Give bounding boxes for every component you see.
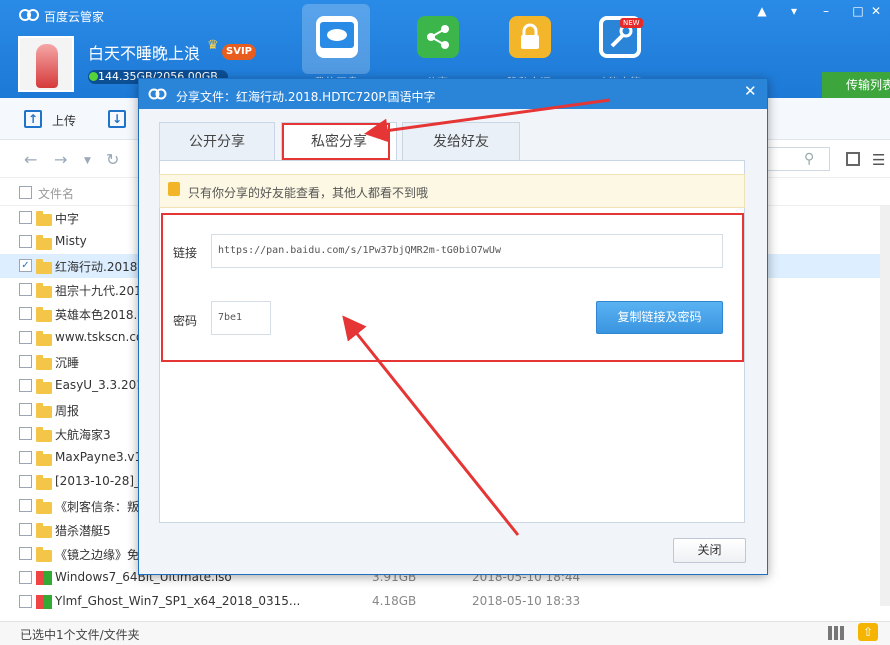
row-checkbox[interactable]	[19, 475, 32, 488]
row-filename[interactable]: 红海行动.2018.	[55, 258, 141, 275]
tab-send-to-friend[interactable]: 发给好友	[402, 122, 520, 160]
row-checkbox[interactable]	[19, 307, 32, 320]
folder-icon	[36, 355, 52, 370]
refresh-icon[interactable]: ↻	[106, 150, 119, 169]
view-mode-icon[interactable]	[846, 152, 860, 166]
baidu-cloud-logo-icon	[148, 86, 168, 104]
folder-icon	[36, 283, 52, 298]
folder-icon	[36, 451, 52, 466]
row-filename[interactable]: 祖宗十九代.201	[55, 282, 142, 299]
row-checkbox[interactable]	[19, 499, 32, 512]
row-filename[interactable]: 猎杀潜艇5	[55, 522, 111, 539]
svip-badge: SVIP	[222, 44, 256, 60]
row-checkbox[interactable]	[19, 403, 32, 416]
window-close-icon[interactable]: ✕	[862, 3, 890, 19]
row-checkbox[interactable]	[19, 331, 32, 344]
lock-icon	[168, 182, 180, 196]
forward-arrow-icon[interactable]: →	[54, 150, 67, 169]
nav-tile-tools[interactable]	[585, 4, 653, 74]
row-checkbox[interactable]	[19, 571, 32, 584]
row-checkbox[interactable]	[19, 211, 32, 224]
folder-icon	[36, 475, 52, 490]
nav-tile-privacy[interactable]	[495, 4, 563, 74]
cloud-icon	[316, 16, 358, 58]
row-filename[interactable]: 中字	[55, 210, 79, 227]
row-date: 2018-05-10 18:33	[472, 594, 581, 608]
row-checkbox[interactable]	[19, 379, 32, 392]
close-button[interactable]: 关闭	[673, 538, 746, 563]
row-size: 4.18GB	[372, 594, 417, 608]
app-title: 百度云管家	[44, 10, 105, 24]
upload-button[interactable]: 上传	[52, 112, 76, 129]
status-text: 已选中1个文件/文件夹	[20, 628, 140, 642]
folder-icon	[36, 499, 52, 514]
row-checkbox[interactable]	[19, 523, 32, 536]
minimize-icon[interactable]: –	[812, 3, 840, 19]
folder-icon	[36, 235, 52, 250]
row-checkbox[interactable]	[19, 595, 32, 608]
notification-icon[interactable]: ▲	[748, 3, 776, 19]
row-filename[interactable]: [2013-10-28]_	[55, 474, 140, 488]
new-badge: NEW	[620, 18, 643, 28]
folder-icon	[36, 403, 52, 418]
crown-icon: ♛	[207, 38, 219, 53]
row-filename[interactable]: EasyU_3.3.201	[55, 378, 144, 392]
username: 白天不睡晚上浪	[88, 44, 201, 63]
baidu-cloud-logo-icon	[18, 6, 40, 22]
iso-file-icon	[36, 571, 52, 585]
quota-status-dot	[89, 72, 98, 81]
menu-icon[interactable]: ▾	[780, 3, 808, 19]
folder-icon	[36, 259, 52, 274]
row-filename[interactable]: www.tskscn.co	[55, 330, 143, 344]
notice-text: 只有你分享的好友能查看，其他人都看不到哦	[188, 186, 429, 200]
nav-tile-share[interactable]	[403, 4, 471, 74]
search-icon[interactable]: ⚲	[804, 151, 814, 167]
upload-icon[interactable]: ↑	[24, 110, 42, 128]
search-input[interactable]	[766, 147, 830, 171]
iso-file-icon	[36, 595, 52, 609]
folder-icon	[36, 211, 52, 226]
row-filename[interactable]: 大航海家3	[55, 426, 111, 443]
annotation-box-tab	[282, 123, 390, 160]
scrollbar[interactable]	[880, 206, 890, 606]
column-header-name[interactable]: 文件名	[38, 185, 74, 202]
nav-tile-cloud[interactable]	[302, 4, 370, 74]
row-checkbox[interactable]	[19, 427, 32, 440]
select-all-checkbox[interactable]	[19, 186, 32, 199]
folder-icon	[36, 427, 52, 442]
back-arrow-icon[interactable]: ←	[24, 150, 37, 169]
row-filename[interactable]: 沉睡	[55, 354, 79, 371]
row-checkbox[interactable]	[19, 451, 32, 464]
row-checkbox[interactable]	[19, 355, 32, 368]
row-checkbox[interactable]: ✓	[19, 259, 32, 272]
row-checkbox[interactable]	[19, 547, 32, 560]
row-filename[interactable]: 英雄本色2018.2	[55, 306, 145, 323]
row-filename[interactable]: Ylmf_Ghost_Win7_SP1_x64_2018_0315...	[55, 594, 300, 608]
row-checkbox[interactable]	[19, 283, 32, 296]
avatar[interactable]	[18, 36, 74, 92]
row-filename[interactable]: 周报	[55, 402, 79, 419]
row-filename[interactable]: MaxPayne3.v1	[55, 450, 142, 464]
upload-float-icon[interactable]: ⇧	[858, 623, 878, 641]
row-filename[interactable]: 《刺客信条：叛	[55, 498, 139, 515]
folder-icon	[36, 523, 52, 538]
folder-icon	[36, 547, 52, 562]
folder-icon	[36, 331, 52, 346]
tab-public-share[interactable]: 公开分享	[159, 122, 275, 160]
history-dropdown-icon[interactable]: ▼	[84, 156, 91, 166]
download-icon[interactable]: ↓	[108, 110, 126, 128]
transfer-list-button[interactable]: 传输列表	[822, 72, 890, 98]
row-filename[interactable]: Misty	[55, 234, 87, 248]
row-checkbox[interactable]	[19, 235, 32, 248]
row-filename[interactable]: 《镜之边缘》免	[55, 546, 139, 563]
lock-icon	[509, 16, 551, 58]
list-view-icon[interactable]: ☰	[872, 151, 885, 169]
folder-icon	[36, 379, 52, 394]
grid-view-icon[interactable]	[828, 626, 844, 640]
folder-icon	[36, 307, 52, 322]
share-icon	[417, 16, 459, 58]
dialog-close-icon[interactable]: ✕	[744, 82, 757, 100]
dialog-title: 分享文件：红海行动.2018.HDTC720P.国语中字	[176, 90, 436, 104]
annotation-box-link-area	[161, 213, 744, 362]
